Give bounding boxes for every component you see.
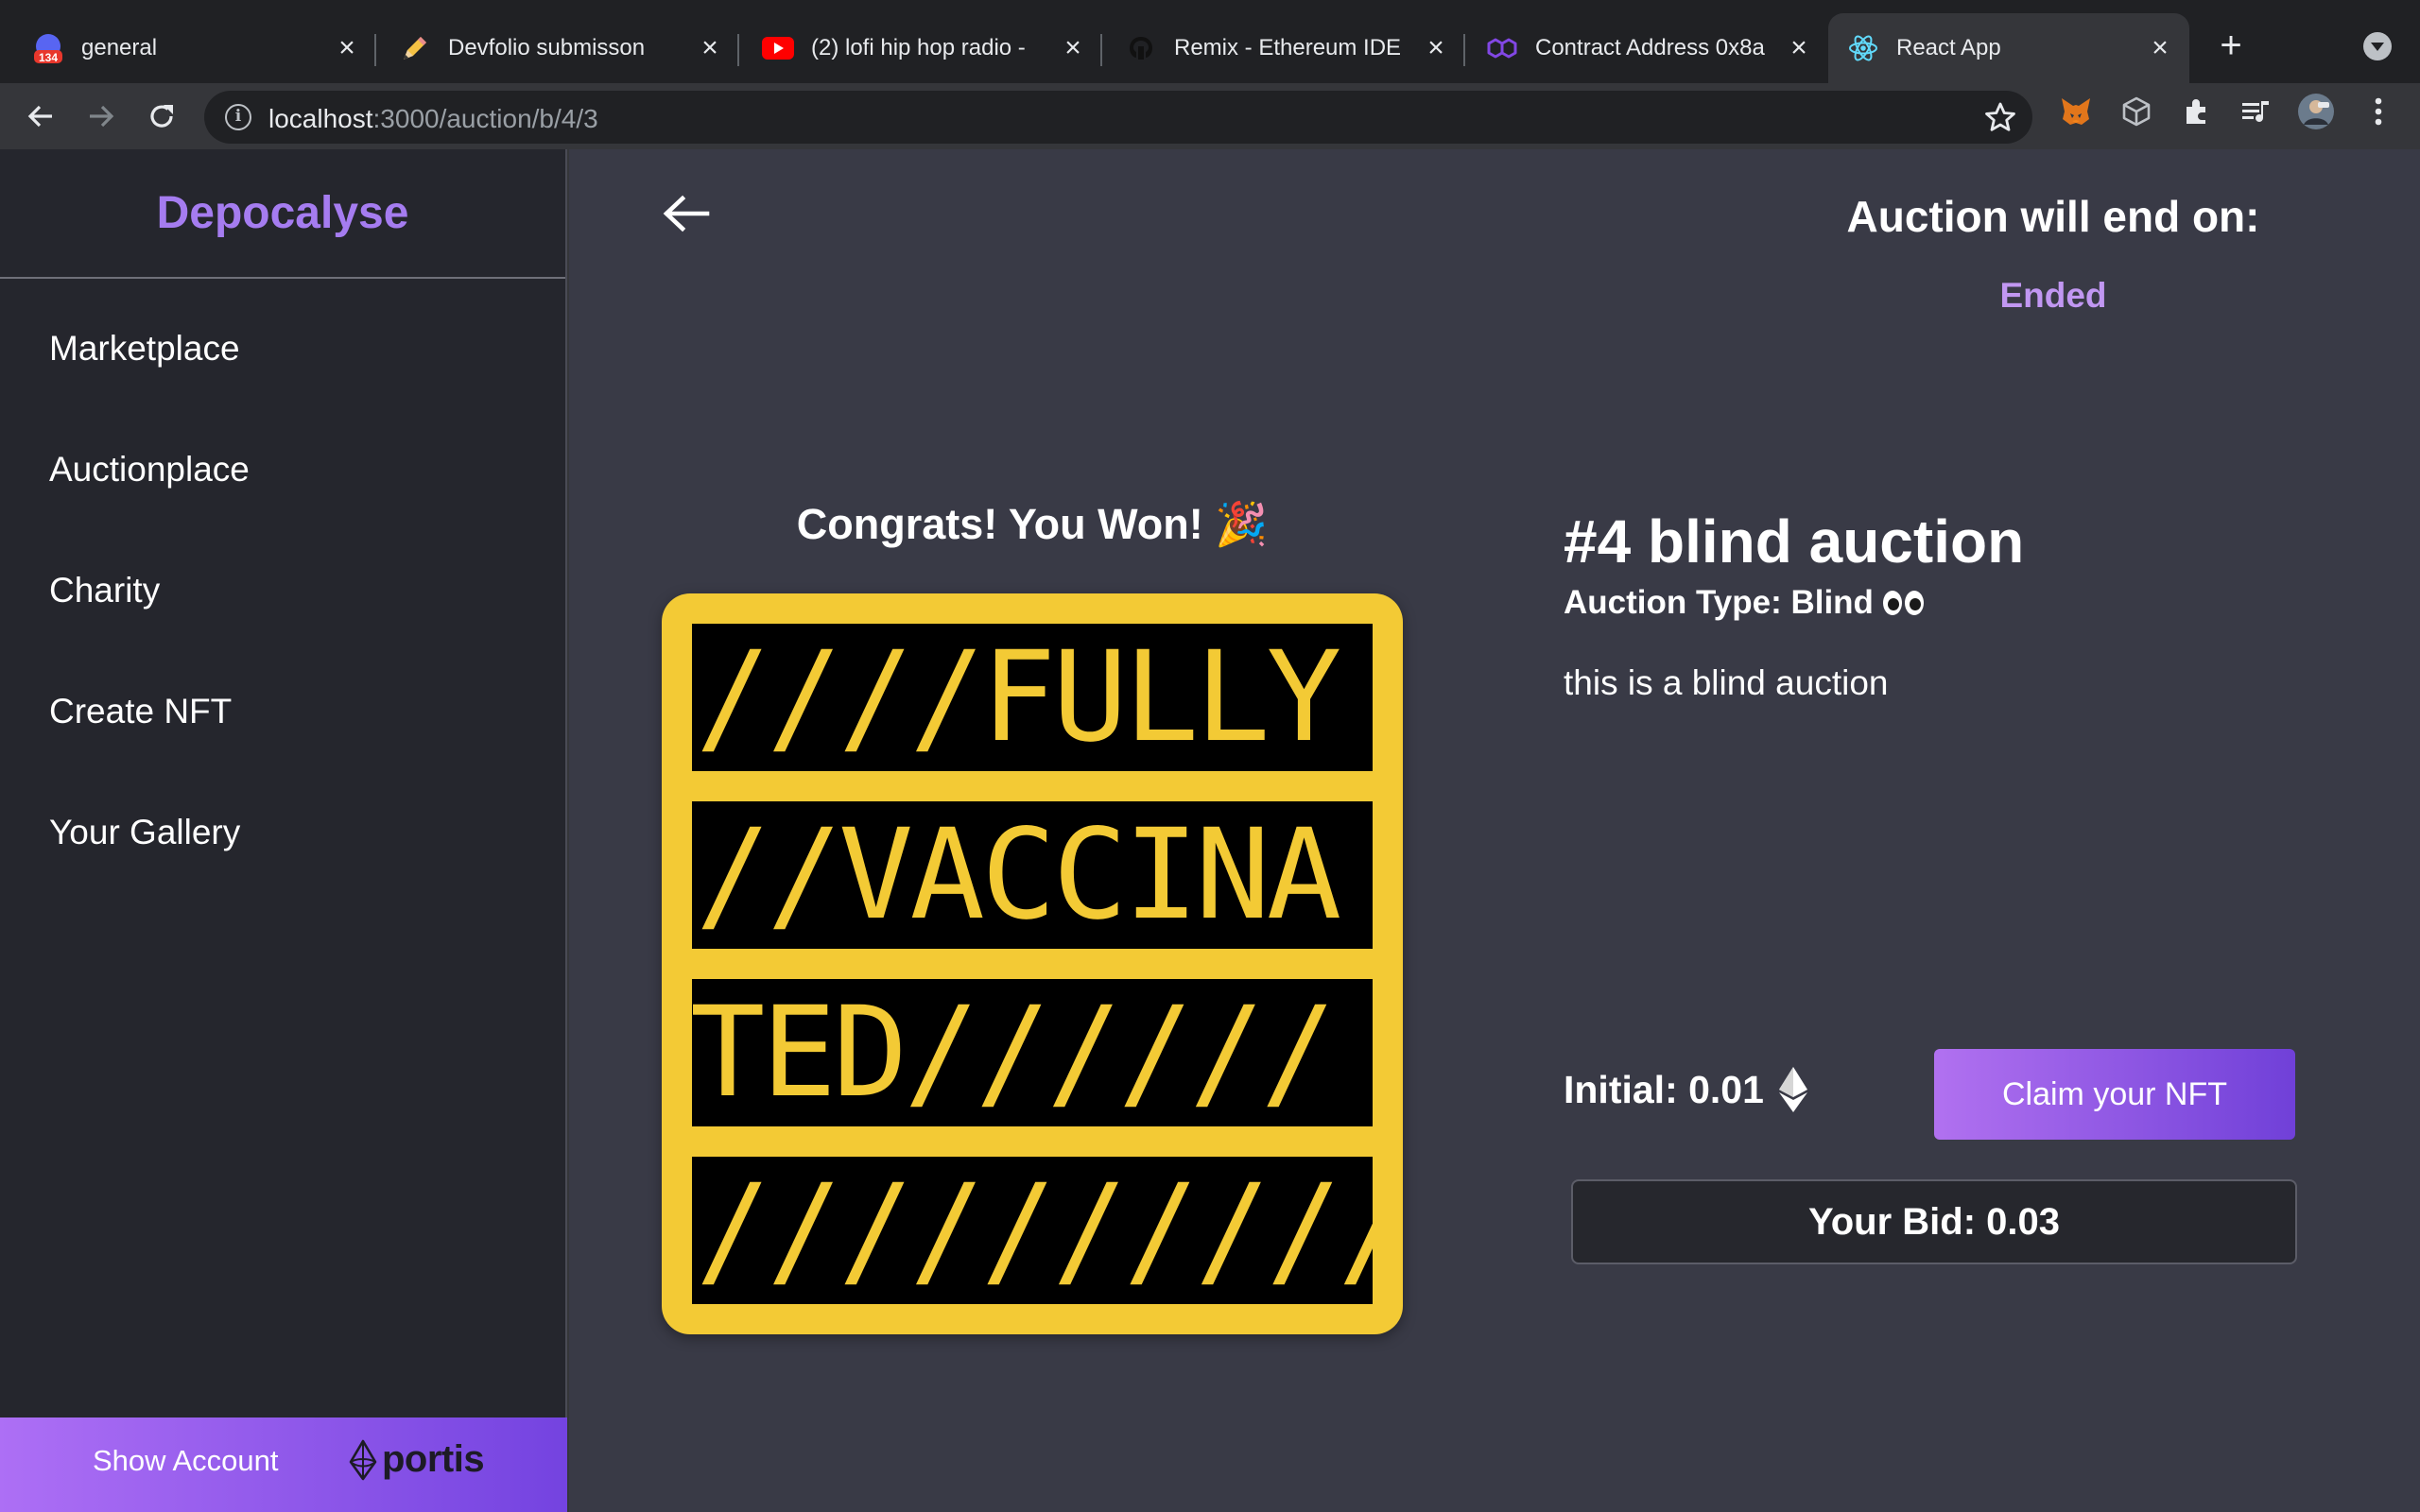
auction-title: #4 blind auction (1564, 507, 2025, 576)
close-icon[interactable]: × (331, 32, 363, 64)
youtube-icon (762, 32, 794, 64)
back-arrow-icon[interactable] (19, 94, 62, 138)
auction-end-value: Ended (1999, 276, 2107, 315)
show-account-button[interactable]: Show Account portis (0, 1418, 567, 1512)
portis-icon (349, 1439, 377, 1480)
browser-tabstrip: 134 general × Devfolio submisson × (2) l… (0, 0, 2420, 83)
auction-detail: Auction will end on: Ended Congrats! You… (569, 149, 2420, 1512)
sidebar-item-marketplace[interactable]: Marketplace (49, 329, 240, 369)
remix-icon (1125, 32, 1157, 64)
profile-avatar[interactable] (2297, 93, 2335, 130)
discord-icon: 134 (32, 32, 64, 64)
media-queue-icon[interactable] (2237, 93, 2274, 130)
ethereum-icon (1778, 1067, 1807, 1112)
tab-title: Contract Address 0x8a (1535, 35, 1765, 60)
tab-general[interactable]: 134 general × (0, 13, 376, 83)
sidebar: Depocalyse Marketplace Auctionplace Char… (0, 149, 567, 1512)
nft-text-row: TED////// (692, 979, 1373, 1126)
close-icon[interactable]: × (2144, 32, 2176, 64)
brand-logo[interactable]: Depocalyse (0, 149, 565, 279)
auction-end-label: Auction will end on: (1846, 192, 2260, 241)
nft-text-row: ////////// (692, 1157, 1373, 1304)
cube-extension-icon[interactable] (2118, 93, 2155, 130)
tab-react-app[interactable]: React App × (1828, 13, 2189, 83)
show-account-label: Show Account (93, 1444, 279, 1477)
metamask-fox-icon[interactable] (2057, 93, 2095, 130)
claim-nft-button[interactable]: Claim your NFT (1934, 1049, 2295, 1140)
eyes-emoji-icon (1882, 591, 1927, 615)
nft-text-row: ////FULLY (692, 624, 1373, 771)
tab-search-chevron-icon[interactable] (2363, 32, 2392, 60)
back-arrow-icon[interactable] (662, 193, 711, 234)
tab-badge: 134 (39, 51, 58, 64)
tab-title: React App (1896, 35, 2001, 60)
url-text: localhost:3000/auction/b/4/3 (268, 104, 598, 133)
portis-logo: portis (348, 1438, 485, 1481)
sidebar-item-your-gallery[interactable]: Your Gallery (49, 813, 240, 852)
sidebar-item-create-nft[interactable]: Create NFT (49, 692, 232, 731)
reload-icon[interactable] (140, 94, 183, 138)
tab-title: (2) lofi hip hop radio - (811, 35, 1026, 60)
nft-text-row: //VACCINA (692, 801, 1373, 949)
pencil-icon (399, 32, 431, 64)
tab-polygonscan[interactable]: Contract Address 0x8a × (1465, 13, 1828, 83)
sidebar-item-auctionplace[interactable]: Auctionplace (49, 450, 250, 490)
your-bid-display: Your Bid: 0.03 (1571, 1179, 2297, 1264)
app-root: Depocalyse Marketplace Auctionplace Char… (0, 149, 2420, 1512)
auction-description: this is a blind auction (1564, 663, 1889, 702)
react-icon (1847, 32, 1879, 64)
polygon-icon (1486, 32, 1518, 64)
close-icon[interactable]: × (694, 32, 726, 64)
extensions-puzzle-icon[interactable] (2178, 93, 2216, 130)
tab-youtube[interactable]: (2) lofi hip hop radio - × (739, 13, 1102, 83)
tab-remix[interactable]: Remix - Ethereum IDE × (1102, 13, 1465, 83)
win-message: Congrats! You Won! 🎉 (796, 500, 1269, 548)
initial-price: Initial: 0.01 (1564, 1066, 1809, 1113)
sidebar-item-charity[interactable]: Charity (49, 571, 160, 610)
tab-title: Devfolio submisson (448, 35, 646, 60)
close-icon[interactable]: × (1057, 32, 1089, 64)
address-bar[interactable]: i localhost:3000/auction/b/4/3 (204, 91, 2032, 144)
close-icon[interactable]: × (1783, 32, 1815, 64)
new-tab-plus-icon[interactable]: + (2212, 26, 2250, 68)
nft-image: ////FULLY //VACCINA TED////// ////////// (662, 593, 1403, 1334)
forward-arrow-icon[interactable] (79, 94, 123, 138)
tab-title: general (81, 35, 158, 60)
browser-menu-kebab-icon[interactable] (2360, 93, 2397, 130)
close-icon[interactable]: × (1420, 32, 1452, 64)
bookmark-star-icon[interactable] (1983, 100, 2017, 134)
tab-title: Remix - Ethereum IDE (1174, 35, 1402, 60)
auction-type: Auction Type: Blind (1564, 584, 1927, 622)
tab-devfolio[interactable]: Devfolio submisson × (376, 13, 739, 83)
site-info-icon[interactable]: i (225, 104, 251, 130)
